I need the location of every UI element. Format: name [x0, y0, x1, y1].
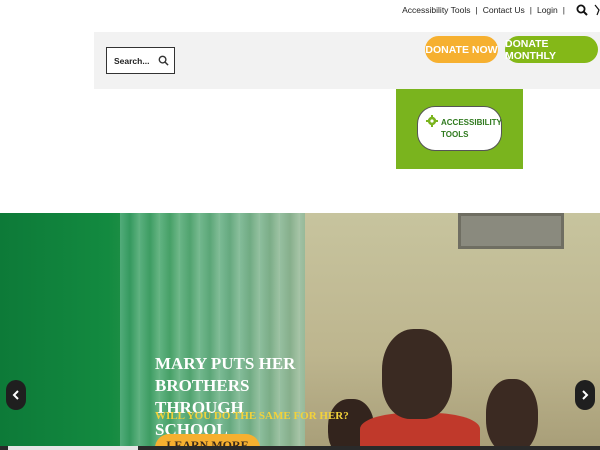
hero-subtitle: WILL YOU DO THE SAME FOR HER? — [155, 410, 349, 422]
donate-now-button[interactable]: DONATE NOW — [425, 36, 498, 63]
hero-image-window — [458, 213, 564, 249]
search-placeholder: Search... — [114, 55, 150, 66]
bottom-strip — [0, 446, 600, 450]
partial-icon — [594, 4, 600, 16]
search-input[interactable]: Search... — [106, 47, 175, 74]
hero-title: MARY PUTS HER BROTHERS THROUGH SCHOOL — [155, 354, 296, 439]
carousel-prev-button[interactable] — [6, 380, 26, 410]
divider: | — [475, 5, 478, 15]
header-band: Search... DONATE NOW DONATE MONTHLY — [94, 32, 600, 89]
hero-image-child — [486, 379, 538, 450]
accessibility-tools-label: ACCESSIBILITY TOOLS — [441, 117, 502, 139]
search-icon[interactable] — [158, 55, 169, 66]
hero-carousel: MARY PUTS HER BROTHERS THROUGH SCHOOL WI… — [0, 213, 600, 450]
divider: | — [529, 5, 532, 15]
chevron-right-icon — [582, 390, 589, 400]
gear-icon — [426, 115, 438, 127]
search-icon[interactable] — [576, 4, 588, 16]
login-link[interactable]: Login — [537, 5, 558, 15]
bottom-strip-highlight — [8, 446, 138, 450]
accessibility-tools-link[interactable]: Accessibility Tools — [402, 5, 470, 15]
carousel-next-button[interactable] — [575, 380, 595, 410]
accessibility-panel: ACCESSIBILITY TOOLS — [396, 89, 523, 169]
hero-image-girl — [382, 329, 452, 419]
utility-nav: Accessibility Tools | Contact Us | Login… — [402, 3, 600, 17]
donate-monthly-button[interactable]: DONATE MONTHLY — [505, 36, 598, 63]
accessibility-tools-button[interactable]: ACCESSIBILITY TOOLS — [417, 106, 502, 151]
contact-us-link[interactable]: Contact Us — [483, 5, 525, 15]
chevron-left-icon — [12, 390, 19, 400]
divider: | — [562, 5, 565, 15]
